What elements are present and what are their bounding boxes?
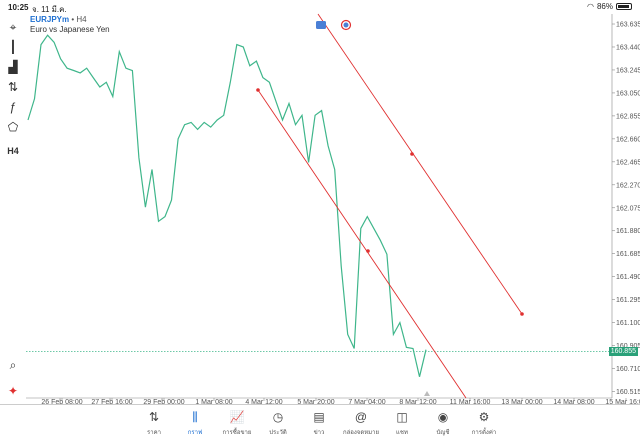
y-tick-label: 161.295: [616, 297, 640, 304]
bottom-navigation: ⇅ ราคา ⫼ กราฟ 📈 การซื้อขาย ◷ ประวัติ ▤ ข่าว @ กล่อง…: [0, 404, 640, 447]
nav-settings[interactable]: ⚙ การตั้งค่า: [464, 409, 504, 437]
y-tick-label: 162.660: [616, 136, 640, 143]
y-tick-label: 161.490: [616, 274, 640, 281]
channel-anchor-point: [366, 249, 370, 253]
function-icon[interactable]: ƒ: [4, 98, 22, 116]
indicators-icon[interactable]: ⇅: [4, 78, 22, 96]
nav-chat[interactable]: ◫ แชท: [382, 409, 422, 437]
chat-icon: ◫: [396, 410, 408, 424]
y-tick-label: 162.855: [616, 113, 640, 120]
nav-account[interactable]: ◉ บัญชี: [423, 409, 463, 437]
price-line: [27, 34, 427, 377]
nav-label: แชท: [396, 430, 408, 436]
zoom-icon[interactable]: ⌕: [4, 356, 22, 374]
history-icon: ◷: [272, 410, 284, 424]
y-tick-label: 162.075: [616, 205, 640, 212]
symbol-name[interactable]: EURJPYm: [30, 15, 69, 24]
y-tick-label: 161.880: [616, 228, 640, 235]
object-marker-icon: [316, 21, 326, 29]
account-icon: ◉: [437, 410, 449, 424]
nav-trade[interactable]: 📈 การซื้อขาย: [217, 409, 257, 437]
current-price-badge: 160.855: [608, 346, 638, 356]
y-tick-label: 163.635: [616, 22, 640, 29]
symbol-description: Euro vs Japanese Yen: [30, 25, 110, 34]
trade-icon: 📈: [229, 410, 245, 424]
nav-quotes[interactable]: ⇅ ราคา: [134, 409, 174, 437]
nav-news[interactable]: ▤ ข่าว: [299, 409, 339, 437]
y-tick-label: 162.465: [616, 159, 640, 166]
nav-label: ประวัติ: [269, 430, 287, 436]
nav-label: การซื้อขาย: [222, 430, 252, 436]
channel-anchor-point: [520, 312, 524, 316]
objects-icon[interactable]: ⬠: [4, 118, 22, 136]
nav-history[interactable]: ◷ ประวัติ: [258, 409, 298, 437]
mailbox-icon: @: [354, 410, 368, 424]
nav-mailbox[interactable]: @ กล่องจดหมาย: [341, 409, 381, 437]
y-tick-label: 162.270: [616, 182, 640, 189]
crosshair-icon[interactable]: ⌖: [4, 18, 22, 36]
nav-label: กราฟ: [187, 430, 203, 436]
nav-label: ข่าว: [313, 430, 325, 436]
left-toolbar: ⌖ ┃ ▟ ⇅ ƒ ⬠ H4 ⌕ ✦: [0, 14, 26, 404]
settings-icon: ⚙: [478, 410, 490, 424]
time-marker-icon: [424, 391, 430, 396]
news-icon: ▤: [313, 410, 325, 424]
timeframe-label[interactable]: H4: [4, 142, 22, 160]
symbol-timeframe: H4: [76, 15, 87, 24]
y-tick-label: 163.245: [616, 67, 640, 74]
y-tick-label: 161.100: [616, 320, 640, 327]
y-tick-label: 160.710: [616, 366, 640, 373]
app-logo-icon[interactable]: ✦: [4, 382, 22, 400]
alert-marker-icon-inner: [343, 22, 349, 28]
chart-type-icon[interactable]: ▟: [4, 58, 22, 76]
y-tick-label: 163.440: [616, 44, 640, 51]
nav-label: การตั้งค่า: [471, 430, 497, 436]
channel-line-upper: [317, 13, 523, 315]
symbol-info: EURJPYm • H4 Euro vs Japanese Yen: [30, 15, 110, 35]
nav-label: ราคา: [147, 430, 161, 436]
y-tick-label: 160.515: [616, 389, 640, 396]
channel-anchor-point: [256, 88, 260, 92]
y-tick-label: 163.050: [616, 90, 640, 97]
nav-label: กล่องจดหมาย: [342, 430, 380, 436]
y-tick-label: 161.685: [616, 251, 640, 258]
nav-chart[interactable]: ⫼ กราฟ: [175, 409, 215, 437]
symbol-separator: •: [71, 15, 75, 24]
chart-icon: ⫼: [192, 410, 198, 424]
price-chart[interactable]: 163.635 163.440 163.245 163.050 162.855 162.6…: [0, 0, 640, 404]
quotes-icon: ⇅: [148, 410, 160, 424]
nav-label: บัญชี: [436, 430, 450, 436]
channel-anchor-point: [410, 152, 414, 156]
candlestick-icon[interactable]: ┃: [4, 38, 22, 56]
